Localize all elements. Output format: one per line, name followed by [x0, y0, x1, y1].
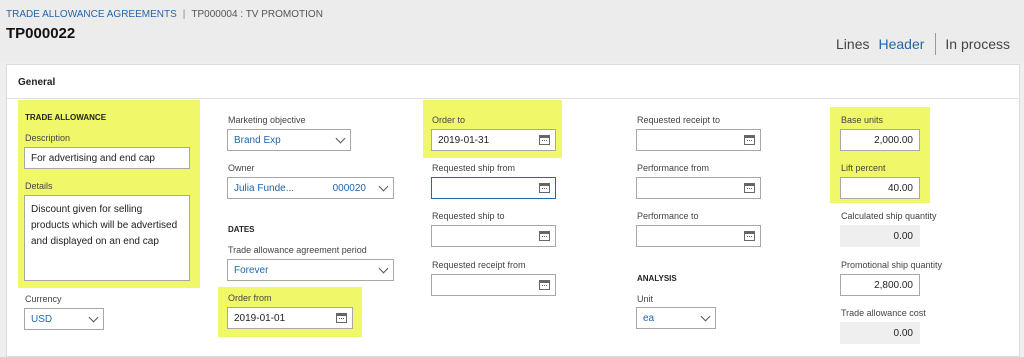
requested-ship-from-input[interactable]	[431, 177, 556, 199]
order-to-date-input[interactable]: 2019-01-31	[431, 129, 556, 151]
lift-percent-value: 40.00	[887, 182, 913, 194]
promotional-ship-quantity-input[interactable]: 2,800.00	[840, 274, 920, 296]
order-from-value: 2019-01-01	[234, 312, 286, 324]
unit-label: Unit	[637, 294, 654, 304]
tab-lines[interactable]: Lines	[836, 36, 869, 52]
chevron-down-icon	[88, 312, 99, 322]
breadcrumb-current: TP000004 : TV PROMOTION	[191, 9, 323, 20]
requested-receipt-from-label: Requested receipt from	[432, 260, 526, 270]
base-units-value: 2,000.00	[874, 134, 913, 146]
details-value: Discount given for selling products whic…	[31, 204, 178, 247]
requested-ship-from-label: Requested ship from	[432, 163, 516, 173]
details-label: Details	[25, 181, 53, 191]
order-from-label: Order from	[228, 293, 272, 303]
fasttab-title: General	[18, 77, 56, 88]
calculated-ship-quantity-value: 0.00	[893, 230, 913, 242]
owner-number: 000020	[332, 182, 366, 194]
performance-from-label: Performance from	[637, 163, 710, 173]
agreement-period-select[interactable]: Forever	[227, 259, 394, 281]
performance-to-label: Performance to	[637, 211, 699, 221]
marketing-objective-label: Marketing objective	[228, 115, 306, 125]
calendar-icon[interactable]	[744, 231, 755, 241]
trade-allowance-cost-value: 0.00	[893, 327, 913, 339]
performance-to-input[interactable]	[636, 225, 761, 247]
breadcrumb-root-link[interactable]: TRADE ALLOWANCE AGREEMENTS	[6, 9, 177, 20]
description-value: For advertising and end cap	[31, 152, 155, 164]
promotional-ship-quantity-label: Promotional ship quantity	[841, 260, 943, 270]
currency-label: Currency	[25, 294, 62, 304]
promotional-ship-quantity-value: 2,800.00	[874, 279, 913, 291]
view-tabs: Lines Header In process	[827, 33, 1010, 55]
requested-receipt-to-input[interactable]	[636, 129, 761, 151]
calendar-icon[interactable]	[744, 135, 755, 145]
breadcrumb: TRADE ALLOWANCE AGREEMENTS | TP000004 : TV…	[6, 9, 323, 20]
unit-select[interactable]: ea	[636, 307, 716, 329]
trade-allowance-section-title: TRADE ALLOWANCE	[25, 113, 107, 122]
tab-header[interactable]: Header	[878, 36, 924, 52]
calendar-icon[interactable]	[539, 183, 550, 193]
calendar-icon[interactable]	[539, 231, 550, 241]
requested-ship-to-label: Requested ship to	[432, 211, 505, 221]
chevron-down-icon	[700, 311, 711, 321]
chevron-down-icon	[335, 133, 346, 143]
performance-from-input[interactable]	[636, 177, 761, 199]
chevron-down-icon	[378, 263, 389, 273]
owner-name: Julia Funde...	[234, 182, 295, 194]
chevron-down-icon	[378, 181, 389, 191]
owner-select[interactable]: Julia Funde... 000020	[227, 177, 394, 199]
agreement-period-value: Forever	[234, 264, 269, 276]
base-units-label: Base units	[841, 115, 884, 125]
base-units-input[interactable]: 2,000.00	[840, 129, 920, 151]
lift-percent-input[interactable]: 40.00	[840, 177, 920, 199]
currency-select[interactable]: USD	[24, 308, 104, 330]
description-input[interactable]: For advertising and end cap	[24, 147, 190, 169]
breadcrumb-separator: |	[182, 9, 186, 20]
fasttab-header[interactable]: General	[7, 65, 1019, 99]
order-to-label: Order to	[432, 115, 466, 125]
analysis-section-title: ANALYSIS	[637, 274, 677, 283]
calculated-ship-quantity-field: 0.00	[840, 225, 920, 247]
page-header: TRADE ALLOWANCE AGREEMENTS | TP000004 : TV…	[0, 0, 1024, 62]
unit-value: ea	[643, 312, 655, 324]
order-from-date-input[interactable]: 2019-01-01	[227, 307, 353, 329]
calendar-icon[interactable]	[336, 313, 347, 323]
details-textarea[interactable]: Discount given for selling products whic…	[24, 195, 190, 281]
requested-receipt-to-label: Requested receipt to	[637, 115, 721, 125]
currency-value: USD	[31, 313, 53, 325]
calendar-icon[interactable]	[744, 183, 755, 193]
requested-receipt-from-input[interactable]	[431, 274, 556, 296]
calculated-ship-quantity-label: Calculated ship quantity	[841, 211, 937, 221]
owner-label: Owner	[228, 163, 255, 173]
dates-section-title: DATES	[228, 225, 255, 234]
calendar-icon[interactable]	[539, 280, 550, 290]
trade-allowance-cost-field: 0.00	[840, 322, 920, 344]
marketing-objective-select[interactable]: Brand Exp	[227, 129, 351, 151]
order-to-value: 2019-01-31	[438, 134, 490, 146]
marketing-objective-value: Brand Exp	[234, 134, 281, 146]
requested-ship-to-input[interactable]	[431, 225, 556, 247]
lift-percent-label: Lift percent	[841, 163, 886, 173]
page-title: TP000022	[6, 25, 76, 42]
status-label: In process	[945, 36, 1010, 52]
trade-allowance-cost-label: Trade allowance cost	[841, 308, 926, 318]
agreement-period-label: Trade allowance agreement period	[228, 245, 367, 255]
calendar-icon[interactable]	[539, 135, 550, 145]
tab-divider	[935, 33, 937, 55]
description-label: Description	[25, 133, 71, 143]
